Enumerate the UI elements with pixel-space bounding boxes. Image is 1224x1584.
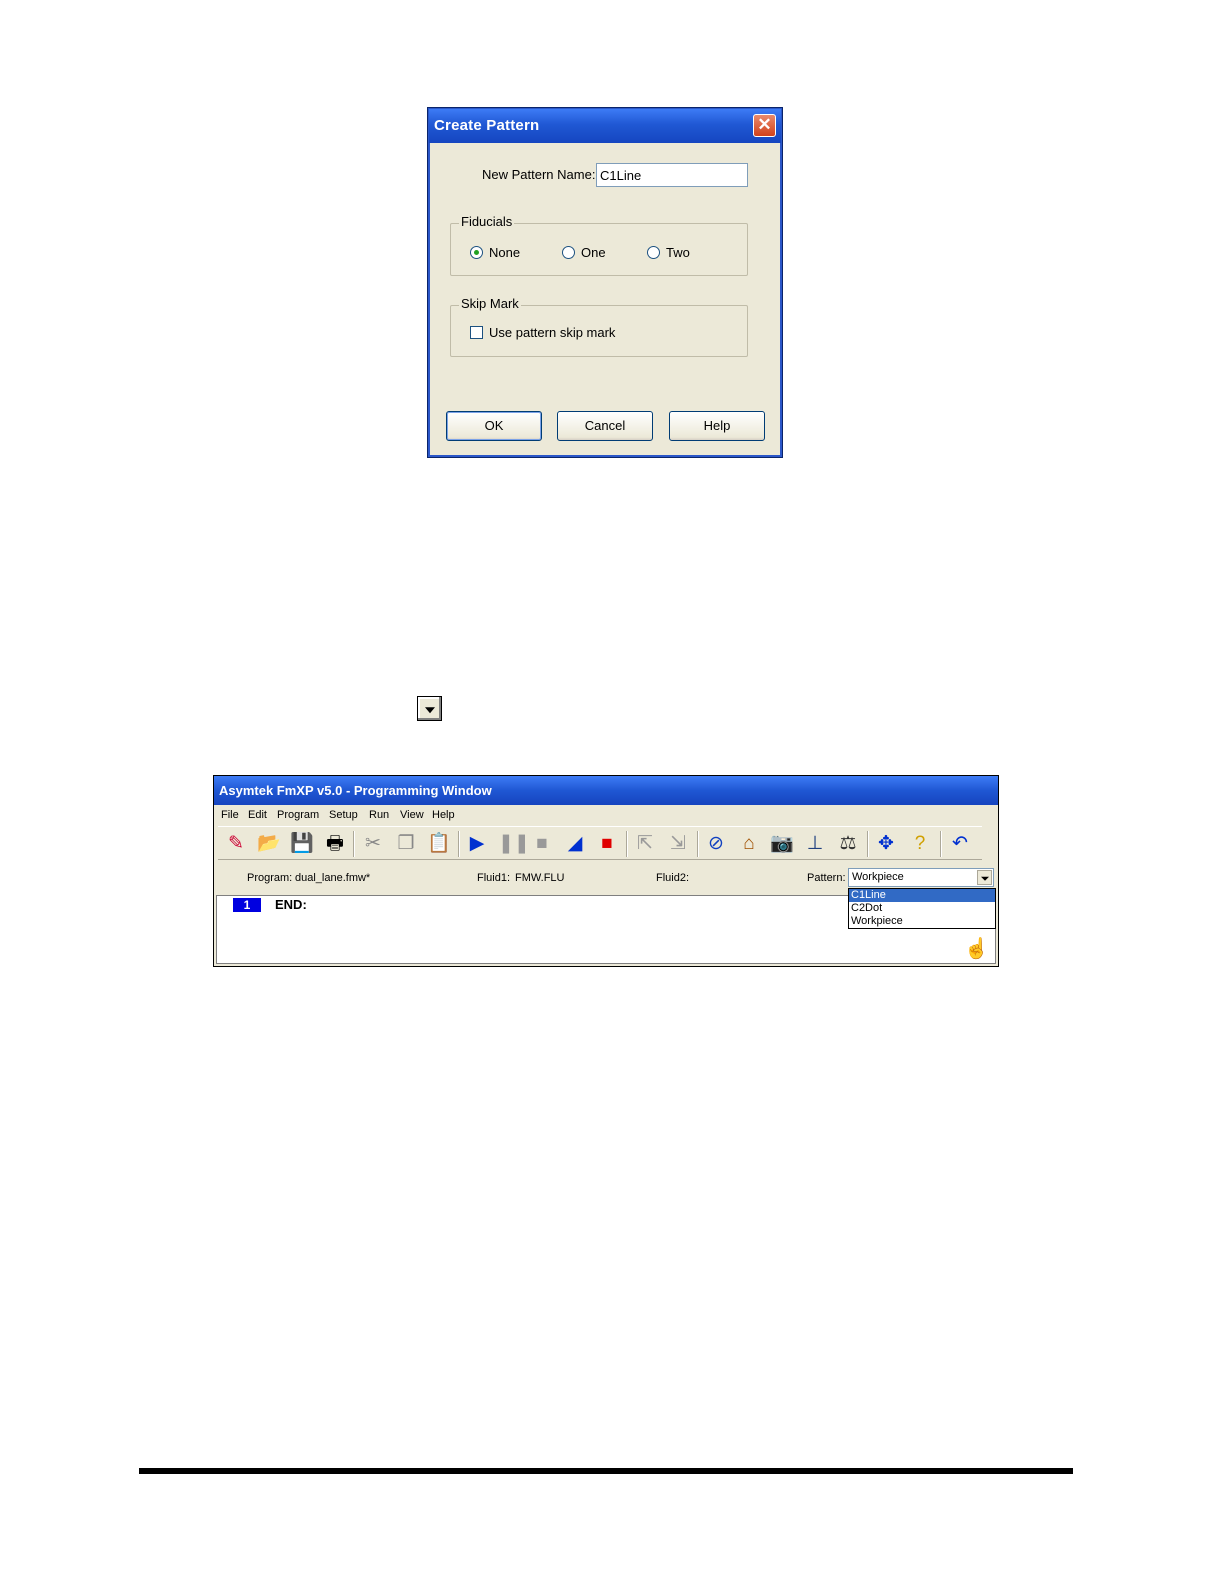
- skip-mark-label[interactable]: Use pattern skip mark: [489, 325, 615, 340]
- fiducial-none-radio[interactable]: [470, 246, 483, 259]
- dialog-title: Create Pattern: [434, 117, 540, 134]
- pattern-name-label: New Pattern Name:: [482, 167, 596, 182]
- programming-window-title[interactable]: Asymtek FmXP v5.0 - Programming Window: [214, 776, 998, 805]
- menu-view[interactable]: View: [400, 809, 424, 821]
- toolbar-separator: [867, 831, 868, 857]
- fiducial-two-radio[interactable]: [647, 246, 660, 259]
- copy-icon[interactable]: ❐: [394, 832, 418, 856]
- scale-icon[interactable]: ⚖: [836, 832, 860, 856]
- skip-mark-checkbox[interactable]: [470, 326, 483, 339]
- cut-icon[interactable]: ✂: [361, 832, 385, 856]
- line-number: 1: [233, 898, 261, 912]
- pattern-option-workpiece[interactable]: Workpiece: [849, 915, 995, 928]
- fiducial-one-label[interactable]: One: [581, 245, 606, 260]
- dropdown-arrow-icon: [417, 696, 442, 721]
- toolbar: ✎ 📂 💾 🖶 ✂ ❐ 📋 ▶ ❚❚ ■ ◢ ■ ⇱ ⇲ ⊘ ⌂ 📷 ⊥ ⚖ ✥…: [218, 826, 982, 860]
- insert-below-icon[interactable]: ⇲: [666, 832, 690, 856]
- print-icon[interactable]: 🖶: [323, 832, 347, 856]
- cancel-button[interactable]: Cancel: [557, 411, 653, 441]
- ok-button[interactable]: OK: [446, 411, 542, 441]
- save-icon[interactable]: 💾: [290, 832, 314, 856]
- toolbar-separator: [626, 831, 627, 857]
- stop-icon[interactable]: ■: [530, 832, 554, 856]
- fluid1-value: FMW.FLU: [515, 872, 565, 884]
- fiducial-two-label[interactable]: Two: [666, 245, 690, 260]
- fiducials-legend: Fiducials: [459, 214, 515, 229]
- toolbar-separator: [940, 831, 941, 857]
- move-arrows-icon[interactable]: ✥: [874, 832, 898, 856]
- menu-setup[interactable]: Setup: [329, 809, 358, 821]
- menu-help[interactable]: Help: [432, 809, 455, 821]
- pattern-select[interactable]: Workpiece: [848, 868, 994, 887]
- needle-icon[interactable]: ⊥: [803, 832, 827, 856]
- step-icon[interactable]: ◢: [563, 832, 587, 856]
- help-button[interactable]: Help: [669, 411, 765, 441]
- pattern-option-c1line[interactable]: C1Line: [849, 889, 995, 902]
- toolbar-separator: [353, 831, 354, 857]
- create-pattern-dialog: [427, 107, 783, 458]
- program-label: Program:: [247, 872, 293, 884]
- help-icon[interactable]: ?: [908, 832, 932, 856]
- dialog-title-bar[interactable]: Create Pattern: [429, 109, 781, 143]
- insert-above-icon[interactable]: ⇱: [633, 832, 657, 856]
- fiducial-none-label[interactable]: None: [489, 245, 520, 260]
- toolbar-separator: [697, 831, 698, 857]
- paste-icon[interactable]: 📋: [427, 832, 451, 856]
- pattern-label: Pattern:: [807, 872, 846, 884]
- chevron-down-icon[interactable]: [977, 870, 992, 885]
- run-icon[interactable]: ▶: [465, 832, 489, 856]
- menu-edit[interactable]: Edit: [248, 809, 267, 821]
- page-divider: [139, 1468, 1073, 1474]
- pattern-dropdown-list: C1Line C2Dot Workpiece: [848, 888, 996, 929]
- skip-mark-legend: Skip Mark: [459, 296, 521, 311]
- programming-window: Asymtek FmXP v5.0 - Programming Window F…: [213, 775, 999, 967]
- wizard-icon[interactable]: ✎: [224, 832, 248, 856]
- menu-program[interactable]: Program: [277, 809, 319, 821]
- program-line-command[interactable]: END:: [275, 897, 307, 912]
- home-icon[interactable]: ⌂: [737, 832, 761, 856]
- undo-icon[interactable]: ↶: [948, 832, 972, 856]
- pattern-select-value: Workpiece: [852, 871, 904, 883]
- hand-pointer-icon: ☝: [964, 938, 989, 960]
- abort-icon[interactable]: ■: [595, 832, 619, 856]
- close-icon[interactable]: ✕: [753, 114, 776, 137]
- fluid1-label: Fluid1:: [477, 872, 511, 884]
- fluid2-label: Fluid2:: [656, 872, 690, 884]
- pause-icon[interactable]: ❚❚: [498, 832, 530, 856]
- menu-bar: File Edit Program Setup Run View Help: [214, 805, 998, 825]
- fluid-icon[interactable]: ⊘: [704, 832, 728, 856]
- toolbar-separator: [458, 831, 459, 857]
- menu-file[interactable]: File: [221, 809, 239, 821]
- pattern-option-c2dot[interactable]: C2Dot: [849, 902, 995, 915]
- program-value: dual_lane.fmw*: [295, 872, 371, 884]
- open-folder-icon[interactable]: 📂: [257, 832, 281, 856]
- fiducial-one-radio[interactable]: [562, 246, 575, 259]
- pattern-name-input[interactable]: [596, 163, 748, 187]
- camera-icon[interactable]: 📷: [770, 832, 794, 856]
- menu-run[interactable]: Run: [369, 809, 389, 821]
